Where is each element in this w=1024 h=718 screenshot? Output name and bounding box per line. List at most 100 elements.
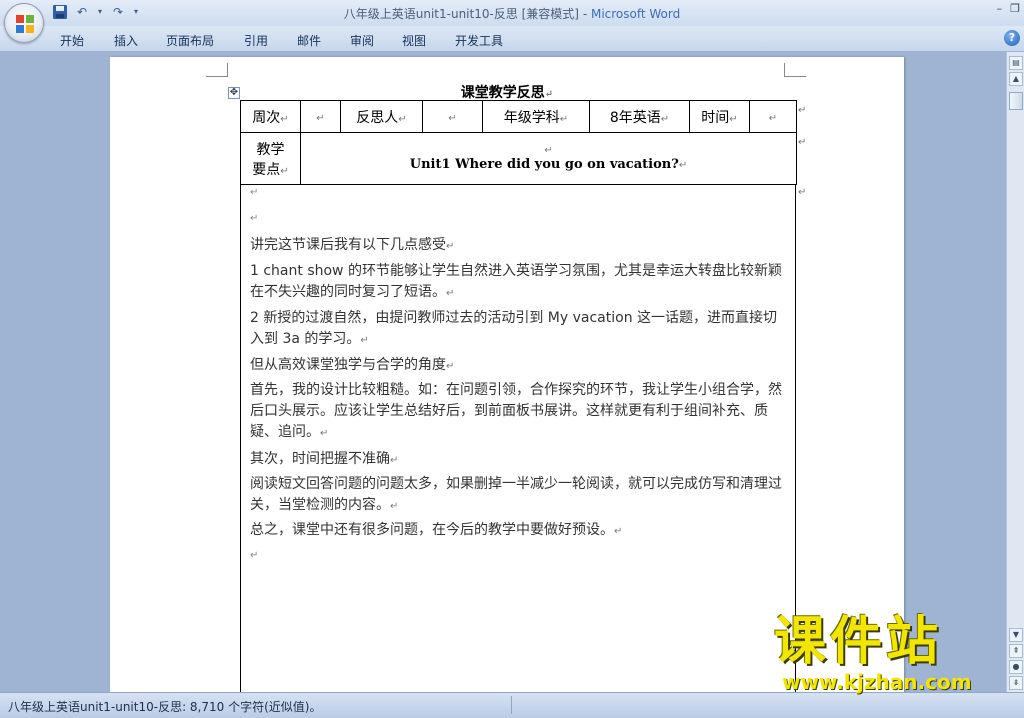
paragraph-mark: ↵ (559, 113, 569, 125)
paragraph-text: 1 chant show 的环节能够让学生自然进入英语学习氛围，尤其是幸运大转盘… (250, 263, 782, 300)
document-area: 课堂教学反思↵ ✥ 周次↵ ↵ 反思人↵ ↵ 年级学科↵ 8年英语↵ 时间↵ ↵… (0, 52, 1006, 704)
paragraph-text: 其次，时间把握不准确 (250, 451, 390, 467)
week-label-cell[interactable]: 周次↵ (240, 100, 301, 133)
title-bar: ↶ ▾ ↷ ▾ 八年级上英语unit1-unit10-反思 [兼容模式] - M… (0, 0, 1024, 26)
browse-object-icon[interactable]: ● (1009, 660, 1023, 674)
paragraph-mark: ↵ (544, 89, 554, 100)
margin-corner-right (784, 63, 806, 77)
paragraph-mark: ↵ (398, 113, 407, 125)
unit-title-line: Unit1 Where did you go on vacation?↵ (301, 156, 796, 172)
paragraph-mark: ↵ (544, 145, 553, 156)
tab-insert[interactable]: 插入 (114, 32, 138, 49)
reflector-value-cell[interactable]: ↵ (422, 100, 483, 133)
paragraph-mark: ↵ (320, 428, 329, 439)
row-end-mark: ↵ (798, 137, 807, 148)
key-points-label-line2: 要点↵ (241, 159, 300, 179)
tab-developer[interactable]: 开发工具 (455, 32, 503, 49)
info-table: 周次↵ ↵ 反思人↵ ↵ 年级学科↵ 8年英语↵ 时间↵ ↵ 教学 要点↵ ↵ … (240, 100, 797, 185)
paragraph-mark: ↵ (446, 361, 455, 372)
paragraph-mark: ↵ (614, 526, 623, 537)
document-name: 八年级上英语unit1-unit10-反思 [兼容模式] (343, 7, 579, 21)
paragraph: 2 新授的过渡自然，由提问教师过去的活动引到 My vacation 这一话题，… (250, 308, 790, 351)
time-label: 时间 (701, 109, 730, 126)
previous-page-icon[interactable]: ⇞ (1009, 644, 1023, 658)
tab-page-layout[interactable]: 页面布局 (166, 32, 214, 49)
watermark-url: www.kjzhan.com (782, 670, 972, 694)
document-title-text: 课堂教学反思 (460, 85, 545, 101)
table-move-handle-icon[interactable]: ✥ (228, 87, 240, 99)
paragraph-text: 总之，课堂中还有很多问题，在今后的教学中要做好预设。 (250, 522, 614, 538)
title-separator: - (579, 7, 591, 21)
tab-home[interactable]: 开始 (60, 32, 84, 49)
row-end-mark: ↵ (798, 105, 807, 116)
paragraph-mark: ↵ (390, 501, 399, 512)
restore-icon[interactable]: ❐ (1010, 2, 1020, 15)
key-points-label-line1: 教学 (256, 141, 285, 158)
app-name: Microsoft Word (590, 7, 681, 21)
reflection-body-cell[interactable]: ↵ ↵ 讲完这节课后我有以下几点感受↵ 1 chant show 的环节能够让学… (240, 184, 796, 704)
scroll-down-icon[interactable]: ▼ (1009, 628, 1023, 642)
paragraph: 1 chant show 的环节能够让学生自然进入英语学习氛围，尤其是幸运大转盘… (250, 261, 790, 304)
tab-references[interactable]: 引用 (244, 32, 268, 49)
paragraph-mark: ↵ (390, 455, 399, 466)
grade-subject-label-cell[interactable]: 年级学科↵ (482, 100, 590, 133)
time-value-cell[interactable]: ↵ (749, 100, 797, 133)
paragraph: 首先，我的设计比较粗糙。如：在问题引领，合作探究的环节，我让学生小组合学，然后口… (250, 380, 790, 444)
window-controls: – ❐ (997, 2, 1020, 15)
grade-subject-value: 8年英语 (609, 109, 661, 126)
watermark-logo: 课件站 www.kjzhan.com (774, 614, 1006, 694)
minimize-icon[interactable]: – (997, 2, 1003, 15)
paragraph-mark: ↵ (250, 550, 259, 561)
office-button[interactable] (4, 3, 44, 43)
grade-subject-label: 年级学科 (503, 109, 560, 126)
row-end-mark: ↵ (798, 187, 807, 198)
key-points-value-cell[interactable]: ↵ Unit1 Where did you go on vacation?↵ (300, 132, 797, 185)
paragraph: 但从高效课堂独学与合学的角度↵ (250, 355, 790, 377)
next-page-icon[interactable]: ⇟ (1009, 676, 1023, 690)
paragraph-mark: ↵ (280, 113, 289, 125)
status-bar: 八年级上英语unit1-unit10-反思: 8,710 个字符(近似值)。 (0, 692, 1024, 718)
paragraph-mark: ↵ (250, 213, 259, 224)
document-page[interactable]: 课堂教学反思↵ ✥ 周次↵ ↵ 反思人↵ ↵ 年级学科↵ 8年英语↵ 时间↵ ↵… (110, 57, 904, 704)
scroll-up-icon[interactable]: ▲ (1009, 72, 1023, 86)
paragraph-text: 讲完这节课后我有以下几点感受 (250, 237, 446, 253)
ribbon-tabs: 开始 插入 页面布局 引用 邮件 审阅 视图 开发工具 ? (0, 26, 1024, 52)
status-divider (511, 696, 512, 714)
paragraph-mark: ↵ (446, 288, 455, 299)
week-value-cell[interactable]: ↵ (300, 100, 341, 133)
paragraph-mark: ↵ (448, 112, 457, 124)
table-row: 教学 要点↵ ↵ Unit1 Where did you go on vacat… (240, 132, 797, 185)
key-points-label-cell[interactable]: 教学 要点↵ (240, 132, 301, 185)
paragraph-mark: ↵ (768, 112, 778, 124)
watermark-text: 课件站 (774, 612, 943, 672)
paragraph-text: 但从高效课堂独学与合学的角度 (250, 357, 446, 373)
paragraph-text: 2 新授的过渡自然，由提问教师过去的活动引到 My vacation 这一话题，… (250, 310, 778, 347)
help-icon[interactable]: ? (1004, 30, 1020, 46)
window-title: 八年级上英语unit1-unit10-反思 [兼容模式] - Microsoft… (0, 5, 1024, 22)
time-label-cell[interactable]: 时间↵ (689, 100, 750, 133)
tab-view[interactable]: 视图 (402, 32, 426, 49)
office-logo-icon (16, 15, 34, 33)
tab-review[interactable]: 审阅 (350, 32, 374, 49)
week-label: 周次 (252, 109, 281, 126)
paragraph-mark: ↵ (280, 165, 289, 177)
grade-subject-value-cell[interactable]: 8年英语↵ (589, 100, 690, 133)
paragraph-mark: ↵ (316, 112, 325, 124)
scroll-thumb[interactable] (1009, 92, 1023, 110)
margin-corner-left (206, 63, 228, 77)
paragraph-text: 首先，我的设计比较粗糙。如：在问题引领，合作探究的环节，我让学生小组合学，然后口… (250, 382, 782, 440)
paragraph-mark: ↵ (360, 335, 369, 346)
paragraph: 讲完这节课后我有以下几点感受↵ (250, 235, 790, 257)
reflector-label: 反思人 (356, 109, 399, 126)
vertical-scrollbar[interactable]: ▤ ▲ ▼ ⇞ ● ⇟ (1006, 52, 1024, 692)
reflector-label-cell[interactable]: 反思人↵ (340, 100, 423, 133)
paragraph: 其次，时间把握不准确↵ (250, 449, 790, 471)
status-text: 八年级上英语unit1-unit10-反思: 8,710 个字符(近似值)。 (8, 700, 322, 714)
paragraph-text: 阅读短文回答问题的问题太多，如果删掉一半减少一轮阅读，就可以完成仿写和清理过关，… (250, 476, 782, 513)
key-points-label-text: 要点 (252, 161, 281, 178)
ruler-toggle-icon[interactable]: ▤ (1009, 56, 1023, 70)
paragraph-mark: ↵ (729, 113, 738, 125)
tab-mailings[interactable]: 邮件 (297, 32, 321, 49)
paragraph: 总之，课堂中还有很多问题，在今后的教学中要做好预设。↵ (250, 520, 790, 542)
paragraph-mark: ↵ (678, 160, 688, 171)
